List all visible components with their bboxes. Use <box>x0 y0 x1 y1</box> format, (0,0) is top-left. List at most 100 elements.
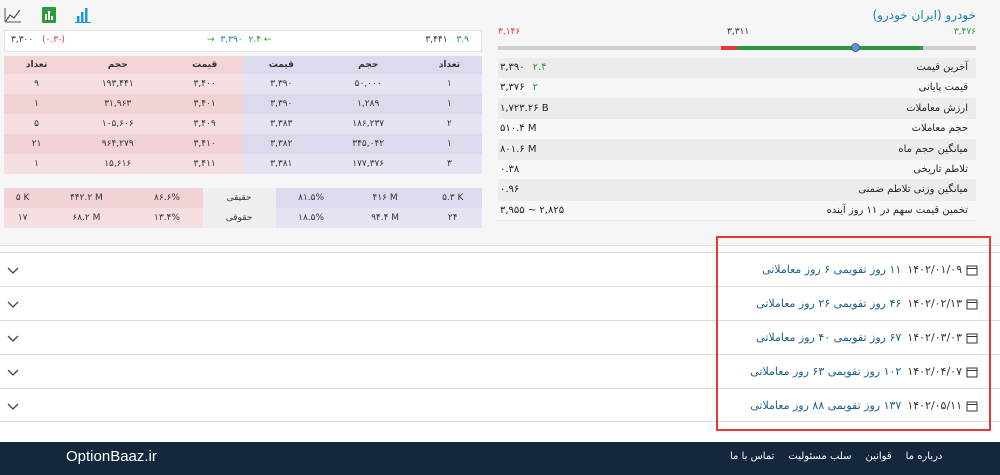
info-change: ۲.۴ <box>532 62 547 73</box>
info-value: ۱,۷۲۳.۲۶ B <box>500 99 549 119</box>
range-high-value: ۳,۴۷۶ <box>953 27 976 37</box>
info-value-text: ۵۱۰.۴ M <box>500 123 537 135</box>
table-cell: ۱۸۶,۲۳۷ <box>319 114 417 134</box>
order-book-table: تعداد حجم قیمت قیمت حجم تعداد ۹ ۱۹۳,۴۴۱ … <box>4 56 482 174</box>
table-cell: ۱ <box>416 134 482 154</box>
table-cell: ۴۱۶ M <box>346 188 424 208</box>
info-label: میانگین حجم ماه <box>898 143 968 155</box>
footer-link-contact[interactable]: تماس با ما <box>730 451 774 462</box>
market-panel: ۳,۳۰۰ (۰.۳-) → ۳,۳۹۰ ۲.۴ ← ۳,۴۴۱ ۳.۹ تعد… <box>0 0 1000 246</box>
spreadsheet-icon[interactable] <box>40 6 58 24</box>
chevron-down-icon[interactable] <box>6 399 20 413</box>
bar-chart-icon[interactable] <box>74 6 92 24</box>
expiry-detail: ۶۷ روز تقویمی ۴۰ روز معاملاتی <box>756 331 902 344</box>
calendar-icon <box>966 299 978 309</box>
info-value: ۰.۹۶ <box>500 180 519 200</box>
accordion-row[interactable]: ۱۴۰۲/۰۲/۱۳ ۴۶ روز تقویمی ۲۶ روز معاملاتی <box>0 286 1000 320</box>
accordion-row[interactable]: ۱۴۰۲/۰۵/۱۱ ۱۳۷ روز تقویمی ۸۸ روز معاملات… <box>0 388 1000 422</box>
calendar-icon <box>966 367 978 377</box>
table-cell: ۳,۳۹۰ <box>242 94 320 114</box>
table-cell: ۱۹۳,۴۴۱ <box>69 74 167 94</box>
accordion-header[interactable]: ۱۴۰۲/۰۱/۰۹ ۱۱ روز تقویمی ۶ روز معاملاتی <box>762 263 978 276</box>
table-cell: ۱ <box>4 154 70 174</box>
info-value-text: ۱,۷۲۳.۲۶ B <box>500 102 549 114</box>
accordion-header[interactable]: ۱۴۰۲/۰۵/۱۱ ۱۳۷ روز تقویمی ۸۸ روز معاملات… <box>750 399 978 412</box>
info-value: ۳,۳۷۶ ۲ <box>500 78 538 98</box>
accordion-row[interactable]: ۱۴۰۲/۰۳/۰۳ ۶۷ روز تقویمی ۴۰ روز معاملاتی <box>0 320 1000 354</box>
info-row: تخمین قیمت سهم در ۱۱ روز آینده ۳,۹۵۵ ~ ۲… <box>498 200 976 222</box>
info-label: ارزش معاملات <box>906 102 968 114</box>
last-price-summary: → ۳,۳۹۰ ۲.۴ ← <box>207 35 271 45</box>
stock-info-table: آخرین قیمت ۳,۳۹۰ ۲.۴ قیمت پایانی ۳,۳۷۶ ۲ ا… <box>498 58 976 222</box>
chevron-down-icon[interactable] <box>6 297 20 311</box>
calendar-icon <box>966 401 978 411</box>
low-price-summary: ۳,۳۰۰ (۰.۳-) <box>11 35 65 45</box>
info-row: قیمت پایانی ۳,۳۷۶ ۲ <box>498 78 976 99</box>
info-value-text: ۳,۹۵۵ ~ ۲,۸۲۵ <box>500 204 565 216</box>
expiry-accordion: ۱۴۰۲/۰۱/۰۹ ۱۱ روز تقویمی ۶ روز معاملاتی … <box>0 252 1000 422</box>
expiry-detail: ۱۰۲ روز تقویمی ۶۳ روز معاملاتی <box>750 365 902 378</box>
column-header: تعداد <box>4 56 70 74</box>
expiry-detail: ۱۱ روز تقویمی ۶ روز معاملاتی <box>762 263 902 276</box>
footer-brand[interactable]: OptionBaaz.ir <box>66 448 157 465</box>
table-cell: ۱۵,۶۱۶ <box>69 154 167 174</box>
price-summary-bar: ۳,۳۰۰ (۰.۳-) → ۳,۳۹۰ ۲.۴ ← ۳,۴۴۱ ۳.۹ <box>4 30 482 52</box>
info-change: ۲ <box>532 82 539 94</box>
table-cell: ۵.۳ K <box>423 188 482 208</box>
table-cell: ۱۰۵,۶۰۶ <box>69 114 167 134</box>
table-cell: ۱,۲۸۹ <box>319 94 417 114</box>
table-cell: ۱ <box>4 94 70 114</box>
range-negative-segment <box>721 46 737 50</box>
table-cell: ۳,۳۸۱ <box>242 154 320 174</box>
table-cell: ۱۸.۵% <box>275 208 347 228</box>
footer-link-about[interactable]: درباره ما <box>906 451 943 462</box>
line-chart-icon[interactable] <box>4 6 22 24</box>
table-cell: ۳,۴۱۰ <box>166 134 243 154</box>
row-label: حقیقی <box>202 188 276 208</box>
table-cell: ۳,۴۱۱ <box>166 154 243 174</box>
range-low-value: ۳,۱۴۶ <box>498 27 521 37</box>
column-header: قیمت <box>242 56 320 74</box>
chevron-down-icon[interactable] <box>6 365 20 379</box>
info-label: حجم معاملات <box>911 123 968 135</box>
column-header: حجم <box>69 56 167 74</box>
table-cell: ۸۶.۶% <box>131 188 203 208</box>
stock-info-panel: خودرو (ایران خودرو) ۳,۴۷۶ ۳,۳۱۱ ۳,۱۴۶ آخ… <box>496 0 986 246</box>
expiry-date: ۱۴۰۲/۰۱/۰۹ <box>907 263 962 276</box>
table-row: ۱۷ ۶۸.۲ M ۱۳.۴% حقوقی ۱۸.۵% ۹۴.۴ M ۲۴ <box>4 208 482 228</box>
accordion-row[interactable]: ۱۴۰۲/۰۱/۰۹ ۱۱ روز تقویمی ۶ روز معاملاتی <box>0 252 1000 286</box>
table-row: ۵ K ۴۴۲.۲ M ۸۶.۶% حقیقی ۸۱.۵% ۴۱۶ M ۵.۳ … <box>4 188 482 208</box>
calendar-icon <box>966 265 978 275</box>
table-cell: ۳,۳۹۰ <box>242 74 320 94</box>
expiry-detail: ۱۳۷ روز تقویمی ۸۸ روز معاملاتی <box>750 399 902 412</box>
column-header: تعداد <box>416 56 482 74</box>
high-price-change: ۳.۹ <box>456 35 469 45</box>
accordion-header[interactable]: ۱۴۰۲/۰۲/۱۳ ۴۶ روز تقویمی ۲۶ روز معاملاتی <box>756 297 978 310</box>
table-cell: ۳,۳۸۳ <box>242 114 320 134</box>
info-row: میانگین حجم ماه ۸۰۱.۶ M <box>498 139 976 160</box>
footer-link-rules[interactable]: قوانین <box>865 451 891 462</box>
chevron-down-icon[interactable] <box>6 331 20 345</box>
table-cell: ۴۴۲.۲ M <box>41 188 132 208</box>
last-price-change: ۲.۴ <box>248 35 262 45</box>
table-cell: ۳۴۵,۰۴۲ <box>319 134 417 154</box>
footer-link-disclaimer[interactable]: سلب مسئولیت <box>788 451 851 462</box>
row-label: حقوقی <box>202 208 276 228</box>
expiry-date: ۱۴۰۲/۰۵/۱۱ <box>907 399 962 412</box>
info-value: ۳,۳۹۰ ۲.۴ <box>500 58 547 78</box>
stock-title[interactable]: خودرو (ایران خودرو) <box>872 8 976 22</box>
chevron-down-icon[interactable] <box>6 263 20 277</box>
table-cell: ۹۶۴,۲۷۹ <box>69 134 167 154</box>
table-row: ۱ ۱۵,۶۱۶ ۳,۴۱۱ ۳,۳۸۱ ۱۷۷,۳۷۶ ۳ <box>4 154 482 174</box>
info-value-text: ۸۰۱.۶ M <box>500 143 537 155</box>
table-row: ۵ ۱۰۵,۶۰۶ ۳,۴۰۹ ۳,۳۸۳ ۱۸۶,۲۳۷ ۲ <box>4 114 482 134</box>
low-price-change: (۰.۳-) <box>42 35 65 45</box>
info-row: تلاطم تاریخی ۰.۳۸ <box>498 159 976 181</box>
table-cell: ۳۱,۹۶۳ <box>69 94 167 114</box>
table-cell: ۱۷۷,۳۷۶ <box>319 154 417 174</box>
range-positive-segment <box>737 46 923 50</box>
accordion-header[interactable]: ۱۴۰۲/۰۴/۰۷ ۱۰۲ روز تقویمی ۶۳ روز معاملات… <box>750 365 978 378</box>
expiry-date: ۱۴۰۲/۰۳/۰۳ <box>907 331 962 344</box>
accordion-row[interactable]: ۱۴۰۲/۰۴/۰۷ ۱۰۲ روز تقویمی ۶۳ روز معاملات… <box>0 354 1000 388</box>
accordion-header[interactable]: ۱۴۰۲/۰۳/۰۳ ۶۷ روز تقویمی ۴۰ روز معاملاتی <box>756 331 978 344</box>
